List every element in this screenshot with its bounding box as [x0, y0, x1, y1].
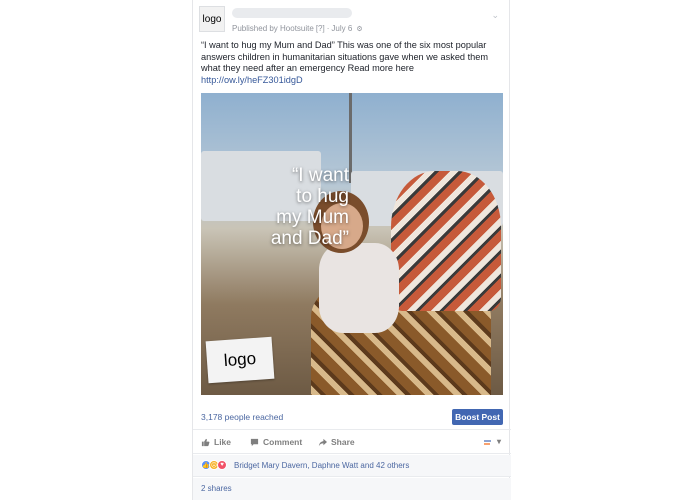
photo-headscarf — [391, 171, 501, 311]
post-body: “I want to hug my Mum and Dad” This was … — [201, 40, 489, 73]
audience-icon[interactable]: ⚙ — [356, 25, 362, 33]
thumbs-up-icon — [201, 438, 210, 446]
post-card: logo Published by Hootsuite [?] · July 6… — [192, 0, 511, 500]
chevron-down-icon: ▾ — [496, 437, 501, 446]
like-action[interactable]: Like — [201, 437, 231, 447]
comment-action[interactable]: Comment — [250, 437, 302, 447]
help-marker[interactable]: [?] — [316, 24, 325, 33]
published-by[interactable]: Published by Hootsuite — [232, 24, 314, 33]
boost-post-button[interactable]: Boost Post — [452, 409, 503, 425]
action-bar: Like Comment Share ▾ — [193, 432, 511, 454]
comment-label: Comment — [263, 437, 303, 447]
people-reached[interactable]: 3,178 people reached — [201, 412, 283, 422]
photo-pole — [349, 93, 352, 183]
photo-quote: “I want to hug my Mum and Dad” — [270, 165, 349, 249]
share-target-icon — [483, 439, 491, 445]
like-label: Like — [214, 437, 232, 447]
share-label: Share — [331, 437, 355, 447]
post-meta: Published by Hootsuite [?] · July 6 ⚙ — [232, 24, 363, 33]
shares-count[interactable]: 2 shares — [201, 484, 232, 493]
reaction-names[interactable]: Bridget Mary Davern, Daphne Watt and 42 … — [234, 461, 409, 470]
photo-child-shirt — [319, 243, 399, 333]
reaction-icons[interactable]: 👍 ☹ ♥ — [201, 460, 227, 470]
love-reaction-icon: ♥ — [217, 460, 227, 470]
post-text: “I want to hug my Mum and Dad” This was … — [201, 40, 505, 86]
page-name-redacted[interactable] — [232, 8, 352, 18]
share-arrow-icon — [318, 438, 327, 446]
reactions-row: 👍 ☹ ♥ Bridget Mary Davern, Daphne Watt a… — [193, 455, 511, 477]
post-photo[interactable]: “I want to hug my Mum and Dad” logo — [201, 93, 503, 395]
share-action[interactable]: Share — [318, 437, 355, 447]
post-link[interactable]: http://ow.ly/heFZ301idgD — [201, 75, 505, 87]
page-avatar[interactable]: logo — [199, 6, 225, 32]
comment-icon — [250, 438, 259, 446]
photo-logo: logo — [205, 336, 275, 384]
post-header: logo Published by Hootsuite [?] · July 6… — [199, 6, 505, 34]
post-date[interactable]: July 6 — [331, 24, 352, 33]
chevron-down-icon[interactable]: ⌄ — [491, 10, 499, 21]
shares-row: 2 shares — [193, 478, 511, 500]
reach-row: 3,178 people reached Boost Post — [193, 404, 511, 430]
date-separator: · — [326, 24, 330, 33]
share-menu[interactable]: ▾ — [483, 437, 501, 446]
